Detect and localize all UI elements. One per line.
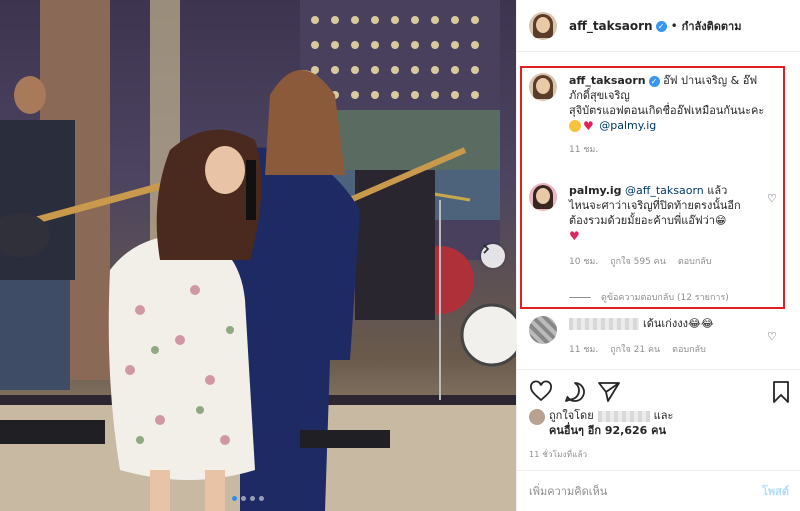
caption-line3: สุจิบัตรแอฟตอนเกิดชื่ออ๊ฟเหมือนกันนะคะ xyxy=(569,104,765,117)
comment-reply-button[interactable]: ตอบกลับ xyxy=(678,255,712,270)
comment-time: 11 ชม. xyxy=(569,345,599,355)
blurred-liker-name[interactable] xyxy=(597,410,650,422)
verified-icon: ✓ xyxy=(655,20,667,32)
liked-by-prefix: ถูกใจโดย xyxy=(549,409,594,422)
like-comment-heart-icon[interactable]: ♡ xyxy=(767,330,777,343)
post-photo xyxy=(0,0,516,511)
comment-text: เด้นเก่งงง xyxy=(643,317,688,330)
like-comment-heart-icon[interactable]: ♡ xyxy=(767,192,777,205)
caption-line1: อ๊ฟ ปานเจริญ & อ๊ฟ xyxy=(663,74,758,87)
heart-emoji-icon: ♥ xyxy=(569,229,580,243)
carousel-dots xyxy=(232,496,264,501)
header-separator: • xyxy=(670,18,678,33)
view-replies-button[interactable]: ดูข้อความตอบกลับ (12 รายการ) xyxy=(569,290,729,304)
carousel-dot xyxy=(241,496,246,501)
comment-text-line3: ต้องรวมด้วยมั้ยอะค้าบพี่แอ๊ฟว่า😁 xyxy=(569,214,727,227)
post-comment-button[interactable]: โพสต์ xyxy=(762,482,789,500)
comment-item: เด้นเก่งงง😂😂 11 ชม. ถูกใจ 21 คน ตอบกลับ xyxy=(529,316,797,358)
carousel-dot xyxy=(259,496,264,501)
comment-text: แล้ว xyxy=(703,184,728,197)
comment-reply-button[interactable]: ตอบกลับ xyxy=(672,343,706,358)
add-comment-input[interactable]: เพิ่มความคิดเห็น xyxy=(529,482,762,500)
like-heart-icon[interactable] xyxy=(529,380,553,404)
comment-likes[interactable]: ถูกใจ 21 คน xyxy=(610,343,660,358)
post-action-bar xyxy=(517,369,800,413)
header-username[interactable]: aff_taksaorn ✓ xyxy=(569,19,667,33)
verified-icon: ✓ xyxy=(648,75,660,87)
chevron-right-icon xyxy=(483,244,490,254)
comment-time: 10 ชม. xyxy=(569,257,599,267)
replies-divider-line xyxy=(569,296,591,298)
carousel-dot xyxy=(250,496,255,501)
carousel-dot xyxy=(232,496,237,501)
post-time-ago[interactable]: 11 ชั่วโมงที่แล้ว xyxy=(529,448,587,461)
comment-avatar[interactable] xyxy=(529,183,557,211)
caption-time: 11 ชม. xyxy=(569,145,599,155)
save-bookmark-icon[interactable] xyxy=(769,380,793,404)
liked-by-others-link[interactable]: คนอื่นๆ อีก 92,626 คน xyxy=(549,424,666,437)
liked-by-and: และ xyxy=(653,409,674,422)
comment-likes[interactable]: ถูกใจ 595 คน xyxy=(610,255,666,270)
comment-item: palmy.ig @aff_taksaorn แล้ว ไหนจะศาว่าเจ… xyxy=(529,183,797,270)
follow-status-button[interactable]: กำลังติดตาม xyxy=(682,17,742,35)
liker-avatar[interactable] xyxy=(529,409,545,425)
view-replies-label: ดูข้อความตอบกลับ (12 รายการ) xyxy=(601,293,729,303)
caption-line2: ภักดิ์สุขเจริญ xyxy=(569,89,630,102)
comment-text-line2: ไหนจะศาว่าเจริญที่ปิดท้ายตรงนั้นอีก xyxy=(569,199,741,212)
liked-by-summary: ถูกใจโดย และ คนอื่นๆ อีก 92,626 คน xyxy=(529,408,673,438)
post-side-panel: aff_taksaorn ✓ • กำลังติดตาม aff_taksaorn… xyxy=(516,0,800,511)
comment-mention-link[interactable]: @aff_taksaorn xyxy=(625,184,704,197)
add-comment-bar: เพิ่มความคิดเห็น โพสต์ xyxy=(517,470,800,511)
carousel-next-button[interactable] xyxy=(481,244,505,268)
post-header: aff_taksaorn ✓ • กำลังติดตาม xyxy=(517,0,800,52)
post-caption: aff_taksaorn ✓ อ๊ฟ ปานเจริญ & อ๊ฟ ภักดิ์ส… xyxy=(529,73,779,158)
blurred-username xyxy=(569,318,639,330)
blurred-avatar[interactable] xyxy=(529,316,557,344)
laughing-emoji-icon: 😂😂 xyxy=(687,317,714,330)
caption-mention-link[interactable]: @palmy.ig xyxy=(599,119,656,132)
heart-emoji-icon: ♥ xyxy=(583,119,594,133)
stage-scene xyxy=(0,0,516,511)
caption-avatar[interactable] xyxy=(529,73,557,101)
comment-username[interactable]: palmy.ig xyxy=(569,184,622,197)
avatar[interactable] xyxy=(529,11,557,40)
smile-emoji-icon xyxy=(569,120,581,132)
share-paper-plane-icon[interactable] xyxy=(597,380,621,404)
comment-bubble-icon[interactable] xyxy=(563,380,587,404)
caption-username[interactable]: aff_taksaorn xyxy=(569,74,646,87)
